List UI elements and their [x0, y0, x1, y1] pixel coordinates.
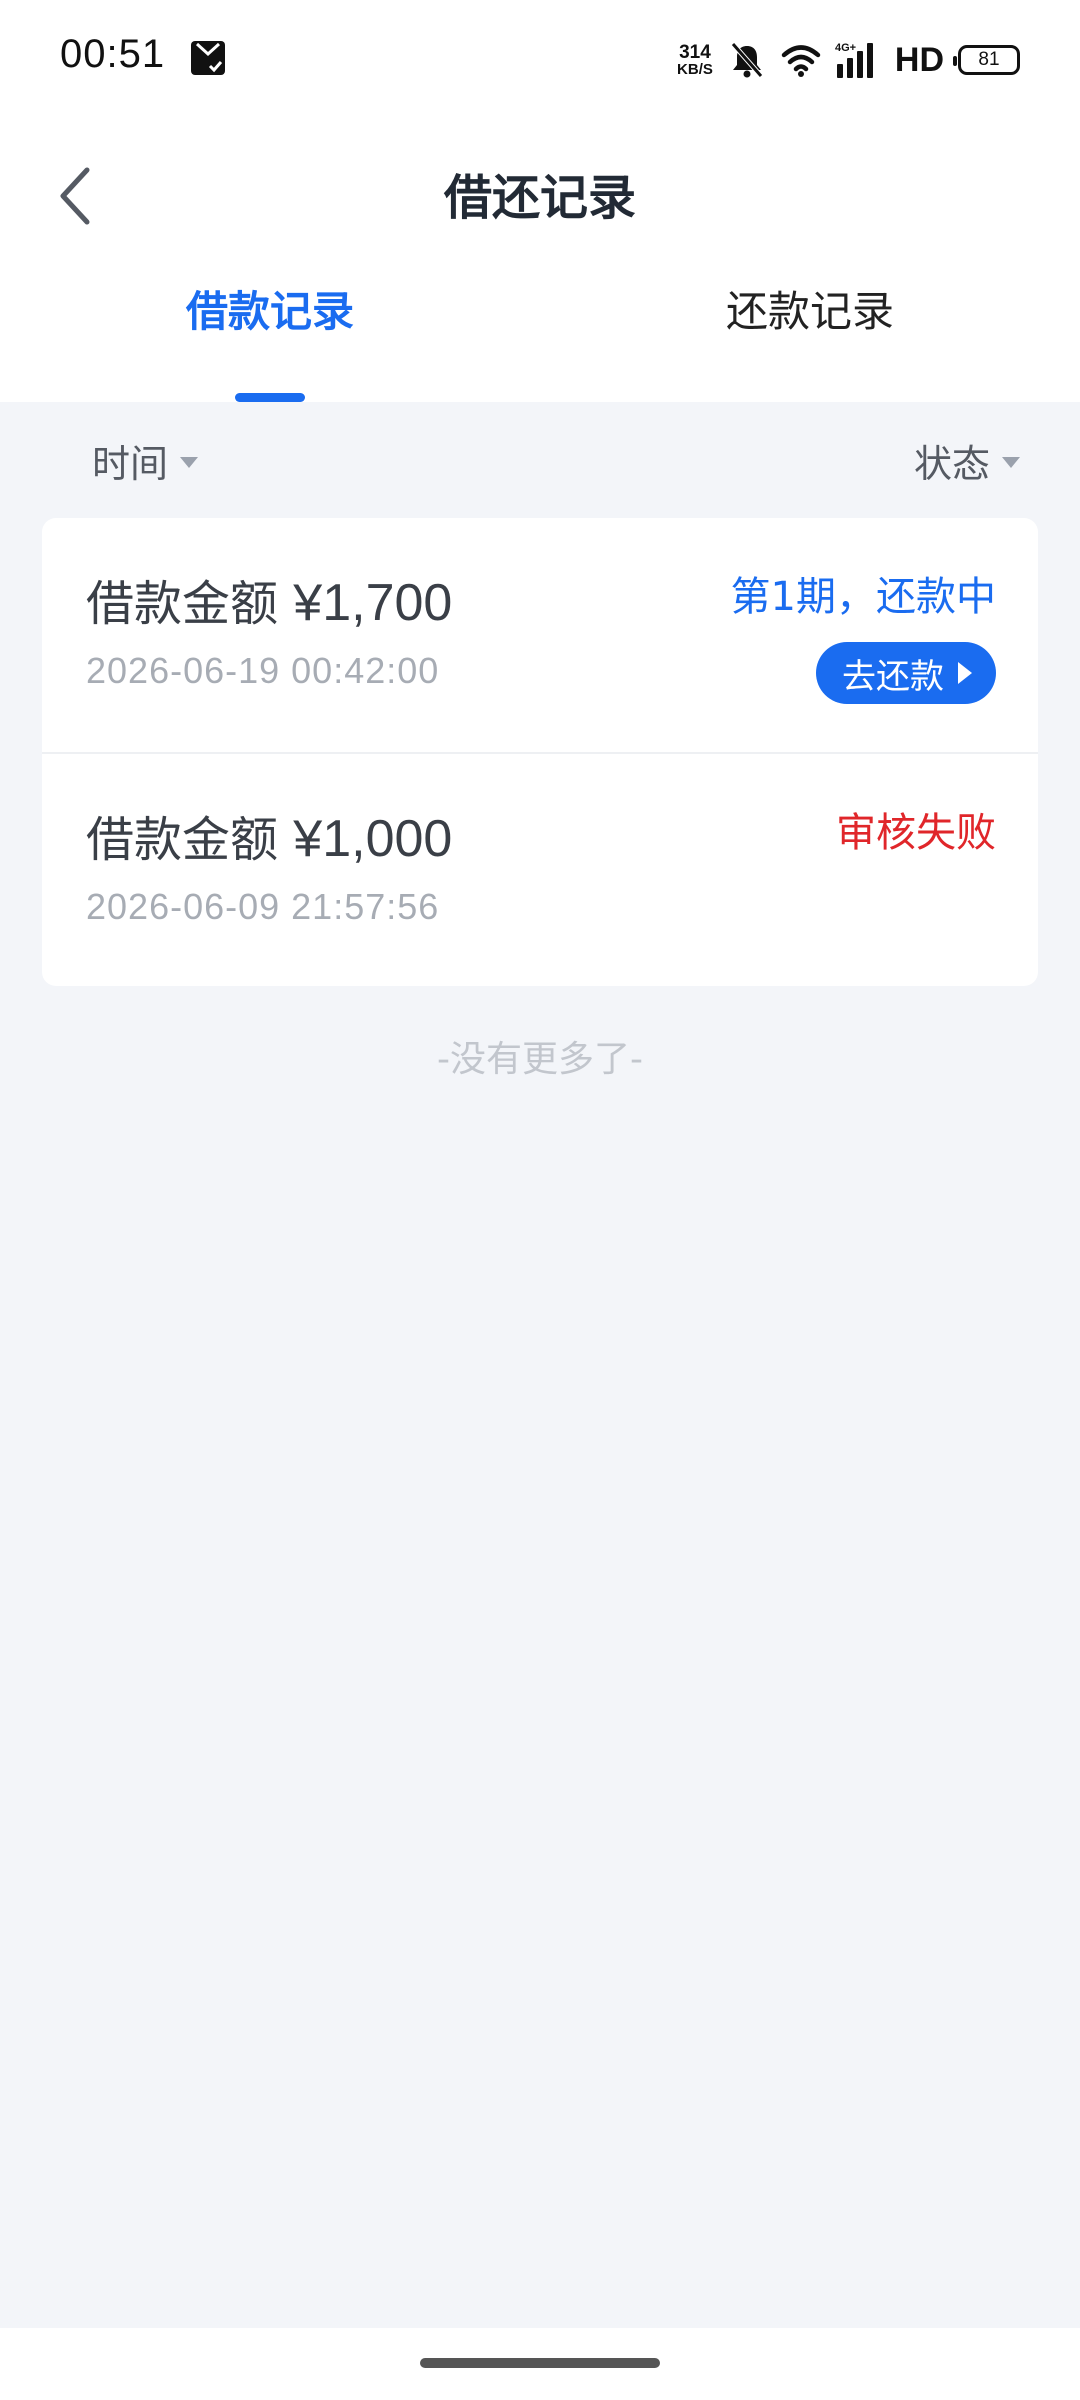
no-more-text: -没有更多了- [437, 1039, 643, 1080]
records-card: 借款金额 ¥1,700 2026-06-19 00:42:00 第1期，还款中 … [42, 518, 1038, 986]
tab-repayment-records[interactable]: 还款记录 [540, 270, 1080, 402]
caret-down-icon [1002, 456, 1020, 468]
record-amount-label: 借款金额 [86, 812, 279, 868]
list-item[interactable]: 借款金额 ¥1,000 2026-06-09 21:57:56 审核失败 [42, 752, 1038, 986]
gesture-bar [0, 2328, 1080, 2400]
cellular-signal-icon: 4G+ [835, 42, 873, 78]
home-indicator[interactable] [420, 2358, 660, 2368]
hd-label: HD [894, 40, 944, 79]
status-filter[interactable]: 状态 [914, 433, 1020, 488]
battery-icon: 81 [953, 45, 1020, 75]
repay-button-label: 去还款 [842, 656, 944, 697]
status-bar: 00:51 314 KB/S 4G+ HD 81 [0, 0, 1080, 120]
caret-down-icon [180, 456, 199, 468]
status-time: 00:51 [60, 32, 166, 76]
time-filter-label: 时间 [92, 441, 169, 486]
tab-repayment-records-label: 还款记录 [725, 287, 894, 336]
repay-button[interactable]: 去还款 [816, 642, 996, 704]
network-speed-value: 314 [679, 42, 711, 63]
tab-active-indicator [235, 393, 305, 402]
app-notification-icon [191, 41, 225, 75]
record-date: 2026-06-09 21:57:56 [86, 886, 440, 927]
tab-loan-records[interactable]: 借款记录 [0, 270, 540, 402]
top-area: 00:51 314 KB/S 4G+ HD 81 借还记录 借款记录 还款记录 [0, 0, 1080, 402]
tab-bar: 借款记录 还款记录 [0, 270, 1080, 402]
status-icons: 314 KB/S 4G+ HD 81 [677, 36, 1020, 84]
record-amount-label: 借款金额 [86, 576, 279, 632]
time-filter[interactable]: 时间 [92, 433, 199, 488]
play-arrow-icon [958, 662, 972, 684]
record-amount-row: 借款金额 ¥1,700 [86, 564, 452, 634]
tab-loan-records-label: 借款记录 [185, 287, 354, 336]
filter-bar: 时间 状态 [0, 402, 1080, 518]
battery-level: 81 [978, 49, 1000, 70]
record-amount-row: 借款金额 ¥1,000 [86, 800, 452, 870]
nav-bar: 借还记录 [0, 120, 1080, 270]
network-speed-unit: KB/S [677, 61, 713, 78]
network-type-label: 4G+ [835, 42, 856, 54]
page-title: 借还记录 [443, 170, 636, 226]
status-filter-label: 状态 [913, 441, 990, 486]
record-amount: ¥1,000 [293, 810, 453, 868]
record-status: 第1期，还款中 [730, 574, 996, 620]
bell-muted-icon [731, 42, 763, 78]
record-amount: ¥1,700 [293, 574, 453, 632]
list-item[interactable]: 借款金额 ¥1,700 2026-06-19 00:42:00 第1期，还款中 … [42, 518, 1038, 752]
record-date: 2026-06-19 00:42:00 [86, 650, 440, 691]
record-status: 审核失败 [836, 810, 996, 856]
wifi-icon [781, 45, 821, 77]
network-speed: 314 KB/S [677, 43, 713, 77]
